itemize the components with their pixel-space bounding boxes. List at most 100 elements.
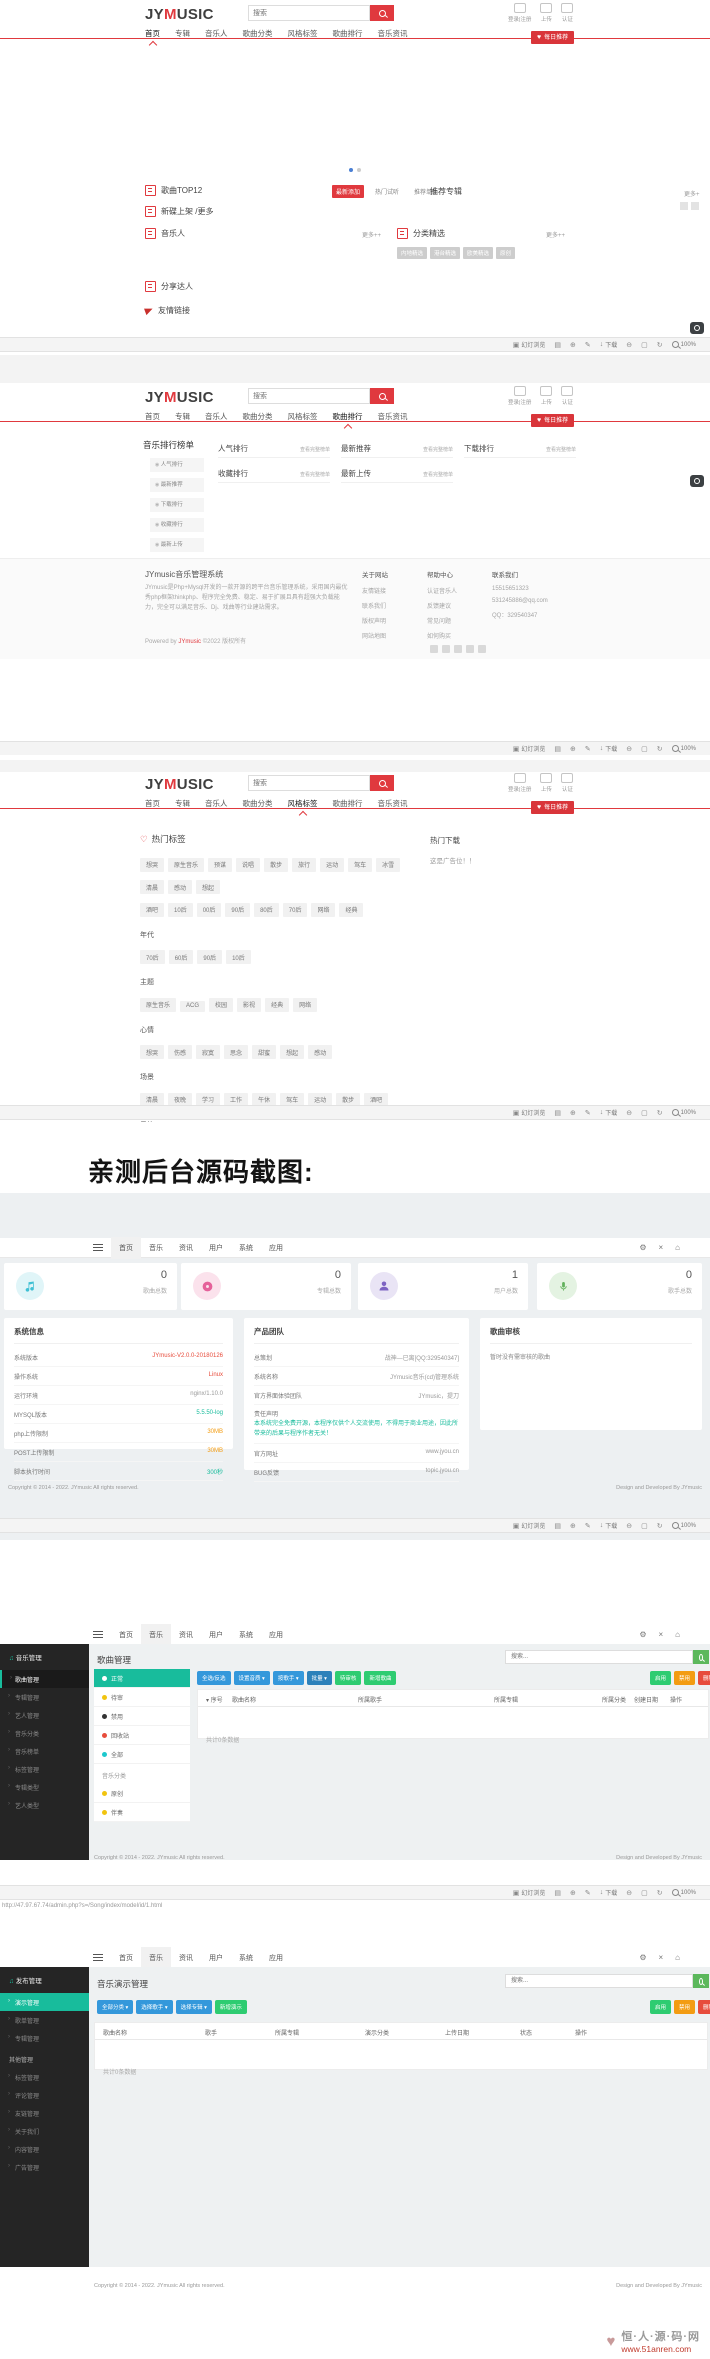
site-logo[interactable]: JYMUSIC <box>145 389 214 406</box>
status-filter[interactable]: 全部 <box>94 1745 190 1764</box>
tag-chip[interactable]: 寂寞 <box>196 1045 221 1059</box>
fit-icon[interactable]: ▢ <box>641 1522 648 1530</box>
sidebar-item[interactable]: 艺人类型 <box>0 1796 89 1814</box>
category-tag[interactable]: 港台精选 <box>430 247 461 259</box>
admin-nav-tab[interactable]: 系统 <box>231 1624 261 1646</box>
sidebar-item[interactable]: 专辑类型 <box>0 1778 89 1796</box>
board-more-link[interactable]: 查看完整榜单 <box>423 471 453 478</box>
admin-nav-tab[interactable]: 系统 <box>231 1947 261 1969</box>
thumbnails-icon[interactable]: ▤ <box>554 1889 561 1897</box>
tag-chip[interactable]: 想哭 <box>140 1045 165 1059</box>
state-button[interactable]: 启用 <box>650 2000 672 2014</box>
admin-nav-tab[interactable]: 资讯 <box>171 1237 201 1259</box>
tag-chip[interactable]: 00后 <box>196 902 222 917</box>
zoom-out-icon[interactable]: ⊖ <box>626 1109 632 1117</box>
more-link[interactable]: 更多+ <box>684 189 700 198</box>
fullscreen-icon[interactable]: × <box>658 1953 663 1962</box>
sidebar-item[interactable]: 歌曲管理 <box>0 1670 89 1688</box>
state-button[interactable]: 禁用 <box>674 2000 696 2014</box>
zoom-out-icon[interactable]: ⊖ <box>626 745 632 753</box>
admin-nav-tab[interactable]: 应用 <box>261 1237 291 1259</box>
carousel-dot[interactable] <box>357 168 361 172</box>
top12-tab[interactable]: 热门试听 <box>371 185 403 198</box>
thumbnails-icon[interactable]: ▤ <box>554 1109 561 1117</box>
sidebar-item[interactable]: 演示管理 <box>0 1993 89 2011</box>
thumbnails-icon[interactable]: ▤ <box>554 745 561 753</box>
action-button[interactable]: 全部分类 ▾ <box>97 2000 134 2014</box>
admin-nav-tab[interactable]: 资讯 <box>171 1947 201 1969</box>
sidebar-item[interactable]: 标签管理 <box>0 1760 89 1778</box>
admin-search-input[interactable] <box>505 1974 693 1988</box>
board-more-link[interactable]: 查看完整榜单 <box>423 446 453 453</box>
prev-arrow[interactable] <box>680 202 688 210</box>
edit-icon[interactable]: ✎ <box>585 1889 591 1897</box>
rotate-icon[interactable]: ↻ <box>657 1109 663 1117</box>
category-filter[interactable]: 伴奏 <box>94 1803 190 1822</box>
admin-nav-tab[interactable]: 系统 <box>231 1237 261 1259</box>
add-icon[interactable]: ⊕ <box>570 1889 576 1897</box>
thumbnails-icon[interactable]: ▤ <box>554 1522 561 1530</box>
home-icon[interactable]: ⌂ <box>675 1243 680 1252</box>
board-more-link[interactable]: 查看完整榜单 <box>300 471 330 478</box>
download-button[interactable]: ↓ 下载 <box>600 744 618 753</box>
status-filter[interactable]: 正常 <box>94 1669 190 1688</box>
admin-nav-tab[interactable]: 音乐 <box>141 1623 171 1646</box>
tag-chip[interactable]: 想哭 <box>140 857 165 872</box>
action-button[interactable]: 批量 ▾ <box>306 1671 332 1685</box>
rank-side-item[interactable]: 收藏排行 <box>150 518 204 532</box>
state-button[interactable]: 禁用 <box>674 1671 696 1685</box>
account-link[interactable]: 登录|注册 <box>508 386 531 406</box>
tag-chip[interactable]: 影视 <box>237 997 262 1012</box>
action-button[interactable]: 选择专辑 ▾ <box>175 2000 212 2014</box>
tag-chip[interactable]: 感动 <box>168 880 193 894</box>
home-icon[interactable]: ⌂ <box>675 1953 680 1962</box>
admin-nav-tab[interactable]: 首页 <box>111 1947 141 1969</box>
fullscreen-icon[interactable]: × <box>658 1630 663 1639</box>
footer-link[interactable]: 友情链接 <box>362 586 388 595</box>
search-input[interactable] <box>248 388 370 404</box>
footer-link[interactable]: 如何购买 <box>427 631 457 640</box>
tag-chip[interactable]: 90后 <box>197 950 223 964</box>
tag-chip[interactable]: 网络 <box>293 997 318 1012</box>
admin-nav-tab[interactable]: 用户 <box>201 1624 231 1646</box>
action-button[interactable]: 新增歌曲 <box>364 1671 397 1685</box>
category-tag[interactable]: 内地精选 <box>397 247 428 259</box>
tag-chip[interactable]: 想起 <box>280 1045 305 1059</box>
sidebar-item[interactable]: 专辑管理 <box>0 1688 89 1706</box>
action-button[interactable]: 设置音质 ▾ <box>233 1671 270 1685</box>
tag-chip[interactable]: 70后 <box>140 950 165 964</box>
daily-recommend-badge[interactable]: 每日推荐 <box>531 414 575 427</box>
status-filter[interactable]: 回收站 <box>94 1726 190 1745</box>
tag-chip[interactable]: 70后 <box>282 902 308 917</box>
slideshow-button[interactable]: ▣ 幻灯浏览 <box>513 744 546 754</box>
carousel-dot[interactable] <box>349 168 353 172</box>
rotate-icon[interactable]: ↻ <box>657 341 663 349</box>
sidebar-item[interactable]: 友链管理 <box>0 2104 89 2122</box>
category-tag[interactable]: 欧美精选 <box>463 247 494 259</box>
daily-recommend-badge[interactable]: 每日推荐 <box>531 801 575 814</box>
sidebar-item[interactable]: 广告管理 <box>0 2158 89 2176</box>
tag-chip[interactable]: 60后 <box>168 950 194 964</box>
rotate-icon[interactable]: ↻ <box>657 1522 663 1530</box>
tag-chip[interactable]: 散步 <box>264 857 289 872</box>
tag-chip[interactable]: 10后 <box>226 950 251 964</box>
account-link[interactable]: 登录|注册 <box>508 773 531 793</box>
sidebar-item[interactable]: 音乐榜单 <box>0 1742 89 1760</box>
fit-icon[interactable]: ▢ <box>641 1889 648 1897</box>
add-icon[interactable]: ⊕ <box>570 1522 576 1530</box>
gear-icon[interactable]: ⚙ <box>639 1243 646 1252</box>
action-button[interactable]: 全选/反选 <box>197 1671 231 1685</box>
tag-chip[interactable]: 驾车 <box>348 857 373 872</box>
tag-chip[interactable]: 10后 <box>168 902 193 917</box>
tag-chip[interactable]: 想起 <box>196 880 221 894</box>
download-button[interactable]: ↓ 下载 <box>600 1888 618 1897</box>
sidebar-item[interactable]: 关于我们 <box>0 2122 89 2140</box>
admin-nav-tab[interactable]: 首页 <box>111 1236 141 1259</box>
download-button[interactable]: ↓ 下载 <box>600 1108 618 1117</box>
search-button[interactable] <box>370 775 394 791</box>
footer-link[interactable]: 联系我们 <box>362 601 388 610</box>
sidebar-item[interactable]: 专辑管理 <box>0 2029 89 2047</box>
tag-chip[interactable]: 经典 <box>265 997 290 1012</box>
account-link[interactable]: 上传 <box>540 386 553 406</box>
status-filter[interactable]: 待审 <box>94 1688 190 1707</box>
